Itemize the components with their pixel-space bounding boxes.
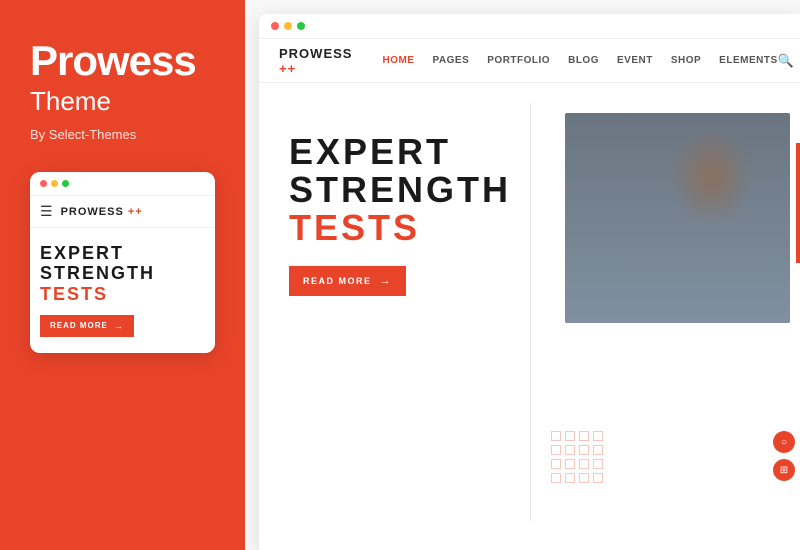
- mobile-preview-card: ☰ PROWESS ++ EXPERT STRENGTH TESTS READ …: [30, 172, 215, 353]
- desktop-dot-green: [297, 22, 305, 30]
- desktop-nav-links: HOME PAGES PORTFOLIO BLOG EVENT SHOP ELE…: [382, 55, 777, 66]
- grid-overlay: [551, 431, 631, 511]
- desktop-hero: EXPERT STRENGTH TESTS READ MORE →: [259, 83, 800, 541]
- right-panel: PROWESS ++ HOME PAGES PORTFOLIO BLOG EVE…: [245, 0, 800, 550]
- mobile-heading-line2: STRENGTH: [40, 264, 205, 284]
- desktop-heading-highlight: TESTS: [289, 209, 511, 247]
- mobile-titlebar: [30, 172, 215, 196]
- mobile-dot-yellow: [51, 180, 58, 187]
- by-line: By Select-Themes: [30, 127, 215, 142]
- mobile-heading-line1: EXPERT: [40, 244, 205, 264]
- left-panel: Prowess Theme By Select-Themes ☰ PROWESS…: [0, 0, 245, 550]
- desktop-hero-left: EXPERT STRENGTH TESTS READ MORE →: [259, 83, 541, 541]
- theme-title: Prowess: [30, 40, 215, 82]
- side-icons: ○ ⊞: [773, 431, 795, 481]
- desktop-window: PROWESS ++ HOME PAGES PORTFOLIO BLOG EVE…: [259, 14, 800, 550]
- desktop-hero-right: [541, 83, 800, 541]
- nav-link-pages[interactable]: PAGES: [432, 55, 469, 66]
- desktop-heading-line2: STRENGTH: [289, 171, 511, 209]
- side-icon-circle: ○: [773, 431, 795, 453]
- nav-link-event[interactable]: EVENT: [617, 55, 653, 66]
- hamburger-icon: ☰: [40, 203, 53, 220]
- nav-link-elements[interactable]: ELEMENTS: [719, 55, 777, 66]
- search-icon[interactable]: 🔍: [778, 53, 794, 69]
- hero-divider: [530, 103, 531, 521]
- desktop-titlebar: [259, 14, 800, 39]
- desktop-dot-yellow: [284, 22, 292, 30]
- mobile-logo: PROWESS ++: [61, 206, 143, 218]
- mobile-dot-red: [40, 180, 47, 187]
- desktop-nav-icons: 🔍 🛒 ≡: [778, 51, 800, 71]
- mobile-hero: EXPERT STRENGTH TESTS READ MORE →: [30, 228, 215, 353]
- mobile-heading-highlight: TESTS: [40, 284, 205, 305]
- nav-link-blog[interactable]: BLOG: [568, 55, 599, 66]
- desktop-nav: PROWESS ++ HOME PAGES PORTFOLIO BLOG EVE…: [259, 39, 800, 83]
- mobile-dot-green: [62, 180, 69, 187]
- nav-link-home[interactable]: HOME: [382, 55, 414, 66]
- desktop-cta-button[interactable]: READ MORE →: [289, 266, 406, 296]
- desktop-dot-red: [271, 22, 279, 30]
- side-icon-cart: ⊞: [773, 459, 795, 481]
- red-bar-accent: [796, 143, 800, 263]
- nav-link-portfolio[interactable]: PORTFOLIO: [487, 55, 550, 66]
- theme-subtitle: Theme: [30, 86, 215, 117]
- mobile-nav: ☰ PROWESS ++: [30, 196, 215, 228]
- mobile-arrow-icon: →: [114, 321, 124, 331]
- desktop-arrow-icon: →: [380, 275, 393, 287]
- desktop-nav-logo: PROWESS ++: [279, 46, 352, 76]
- mobile-cta-button[interactable]: READ MORE →: [40, 315, 134, 337]
- desktop-heading-line1: EXPERT: [289, 133, 511, 171]
- person-figure: [565, 113, 790, 323]
- hero-image: [565, 113, 790, 323]
- nav-link-shop[interactable]: SHOP: [671, 55, 701, 66]
